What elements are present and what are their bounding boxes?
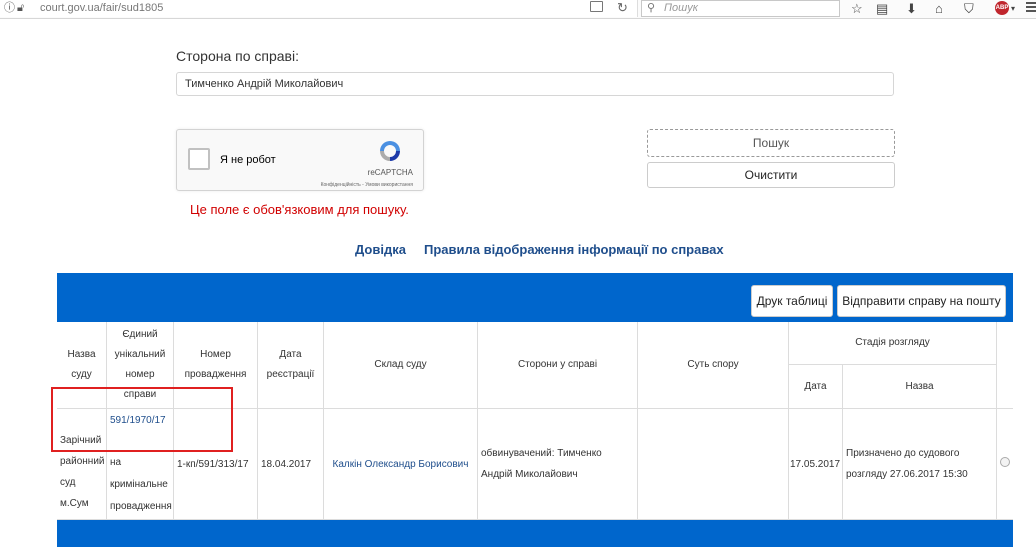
recaptcha-widget: Я не робот reCAPTCHA Конфіденційність - … <box>176 129 424 191</box>
browser-toolbar: ⓘ 🔓︎ court.gov.ua/fair/sud1805 ↻ ⚲ Пошук… <box>0 0 1036 19</box>
url-text[interactable]: court.gov.ua/fair/sud1805 <box>40 0 163 17</box>
browser-search-input[interactable]: ⚲ Пошук <box>641 0 840 17</box>
cell-case-type: на кримінальне провадження <box>110 457 172 512</box>
recaptcha-logo-icon <box>380 141 400 161</box>
cell-stage-name: Призначено до судового розгляду 27.06.20… <box>843 409 997 520</box>
info-icon[interactable]: ⓘ <box>4 0 15 17</box>
party-label: Сторона по справі: <box>176 48 299 64</box>
captcha-error-message: Це поле є обов'язковим для пошуку. <box>190 202 409 217</box>
header-stage-date: Дата <box>789 365 843 409</box>
bookmark-star-icon[interactable]: ☆ <box>851 0 863 17</box>
reader-view-icon[interactable] <box>590 1 603 12</box>
header-registration-date: Дата реєстрації <box>258 322 324 409</box>
clear-button[interactable]: Очистити <box>647 162 895 188</box>
header-stage-name: Назва <box>843 365 997 409</box>
row-select-radio[interactable] <box>1000 457 1010 467</box>
search-icon: ⚲ <box>647 2 656 14</box>
cell-registration-date: 18.04.2017 <box>258 409 324 520</box>
recaptcha-brand: reCAPTCHA <box>367 168 413 177</box>
header-dispute: Суть спору <box>638 322 789 409</box>
cell-court-composition[interactable]: Калкін Олександр Борисович <box>324 409 478 520</box>
results-panel-footer <box>57 520 1013 547</box>
help-link[interactable]: Довідка <box>355 242 406 257</box>
home-icon[interactable]: ⌂ <box>935 0 943 17</box>
pocket-icon[interactable]: ⛉ <box>964 0 974 17</box>
cell-dispute <box>638 409 789 520</box>
library-icon[interactable]: ▤ <box>876 0 888 17</box>
search-button[interactable]: Пошук <box>647 129 895 157</box>
cell-parties: обвинувачений: Тимченко Андрій Миколайов… <box>478 409 638 520</box>
download-icon[interactable]: ⬇ <box>906 0 917 17</box>
address-bar[interactable]: ⓘ 🔓︎ court.gov.ua/fair/sud1805 ↻ <box>0 0 638 17</box>
recaptcha-links[interactable]: Конфіденційність - Умови використання <box>321 182 413 188</box>
party-input[interactable]: Тимченко Андрій Миколайович <box>176 72 894 96</box>
adblock-icon[interactable]: ABP <box>995 1 1009 15</box>
highlight-annotation <box>51 387 233 452</box>
header-stage: Стадія розгляду <box>789 322 997 365</box>
recaptcha-label: Я не робот <box>220 154 276 166</box>
send-case-email-button[interactable]: Відправити справу на пошту <box>837 285 1006 317</box>
header-court-composition: Склад суду <box>324 322 478 409</box>
search-placeholder: Пошук <box>664 2 698 14</box>
recaptcha-checkbox[interactable] <box>188 148 210 170</box>
header-parties: Сторони у справі <box>478 322 638 409</box>
print-table-button[interactable]: Друк таблиці <box>751 285 833 317</box>
chevron-down-icon[interactable]: ▾ <box>1011 0 1015 17</box>
cell-stage-date: 17.05.2017 <box>789 409 843 520</box>
menu-icon[interactable] <box>1026 2 1036 14</box>
reload-icon[interactable]: ↻ <box>617 0 628 16</box>
display-rules-link[interactable]: Правила відображення інформації по справ… <box>424 242 724 257</box>
insecure-lock-icon[interactable]: 🔓︎ <box>17 0 24 17</box>
header-select <box>997 322 1013 409</box>
